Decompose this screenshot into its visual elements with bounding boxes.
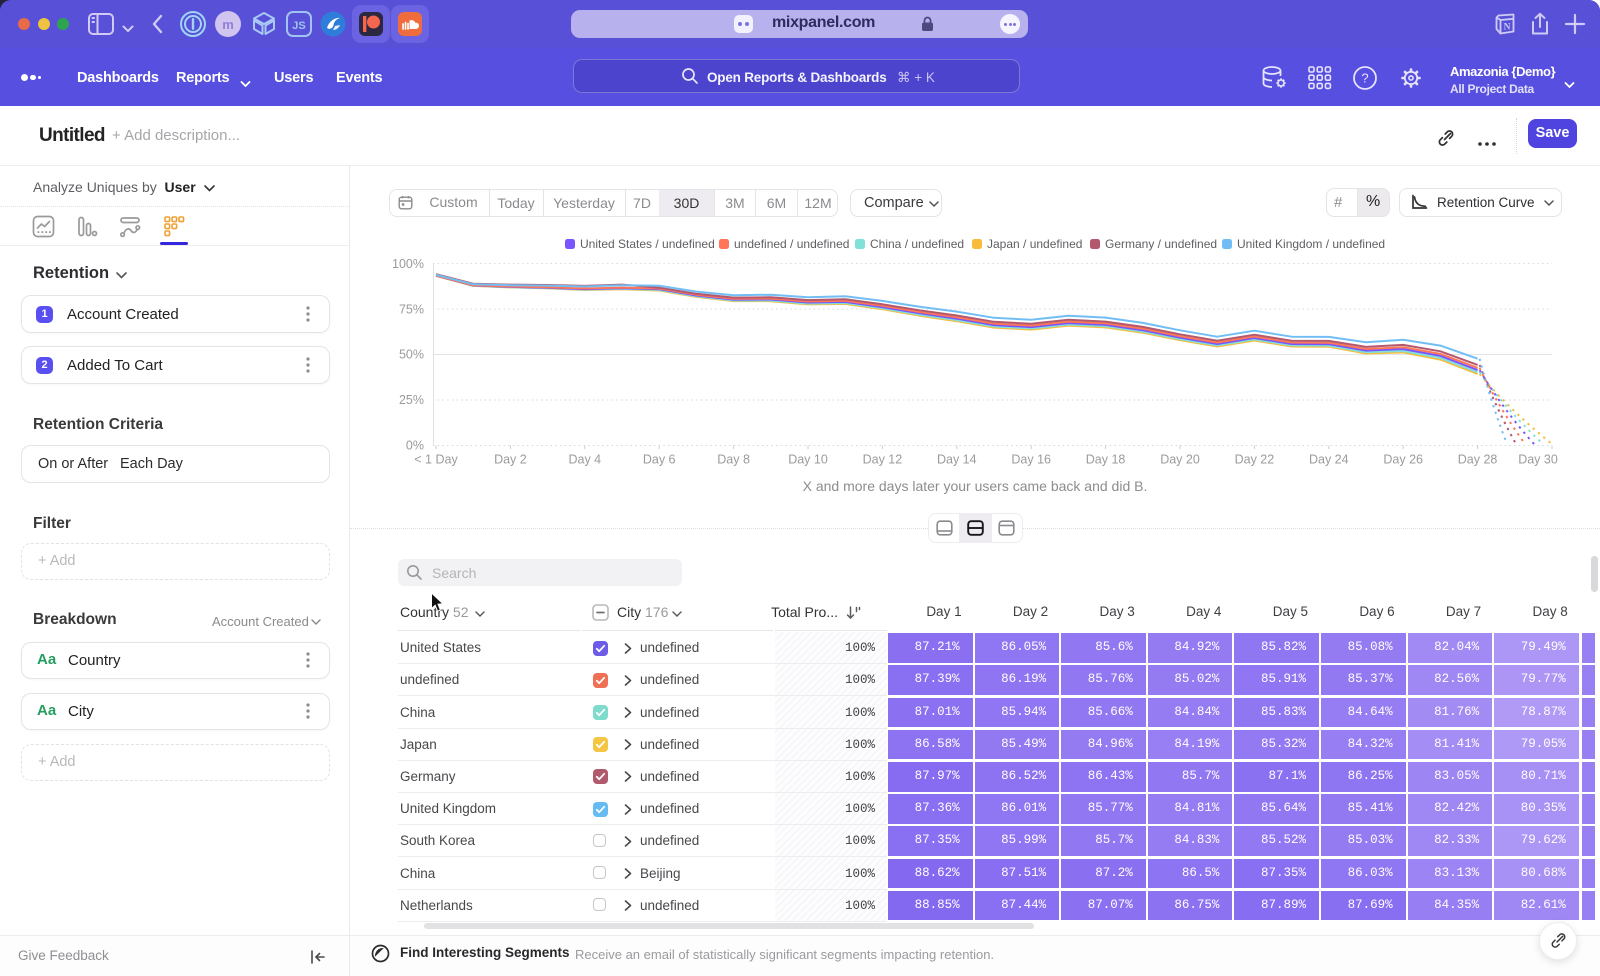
svg-text:Day 24: Day 24 bbox=[1309, 453, 1349, 467]
svg-text:Day 28: Day 28 bbox=[1458, 453, 1498, 467]
svg-text:75%: 75% bbox=[399, 302, 424, 316]
svg-text:50%: 50% bbox=[399, 348, 424, 362]
svg-text:Day 18: Day 18 bbox=[1086, 453, 1126, 467]
svg-text:25%: 25% bbox=[399, 393, 424, 407]
svg-text:0%: 0% bbox=[406, 439, 424, 453]
svg-text:Day 30: Day 30 bbox=[1518, 453, 1558, 467]
svg-text:Day 20: Day 20 bbox=[1160, 453, 1200, 467]
svg-text:Day 10: Day 10 bbox=[788, 453, 828, 467]
svg-text:Day 14: Day 14 bbox=[937, 453, 977, 467]
svg-text:Day 8: Day 8 bbox=[717, 453, 750, 467]
svg-text:Day 12: Day 12 bbox=[863, 453, 903, 467]
svg-text:Day 26: Day 26 bbox=[1383, 453, 1423, 467]
svg-text:JS: JS bbox=[292, 20, 305, 32]
svg-text:100%: 100% bbox=[392, 257, 424, 271]
svg-text:m: m bbox=[222, 17, 234, 32]
svg-text:Day 6: Day 6 bbox=[643, 453, 676, 467]
svg-text:Day 22: Day 22 bbox=[1235, 453, 1275, 467]
svg-text:Day 16: Day 16 bbox=[1011, 453, 1051, 467]
svg-text:Day 2: Day 2 bbox=[494, 453, 527, 467]
svg-text:?: ? bbox=[1361, 71, 1368, 86]
svg-text:N: N bbox=[1504, 23, 1511, 33]
svg-text:Day 4: Day 4 bbox=[568, 453, 601, 467]
svg-text:< 1 Day: < 1 Day bbox=[414, 453, 458, 467]
